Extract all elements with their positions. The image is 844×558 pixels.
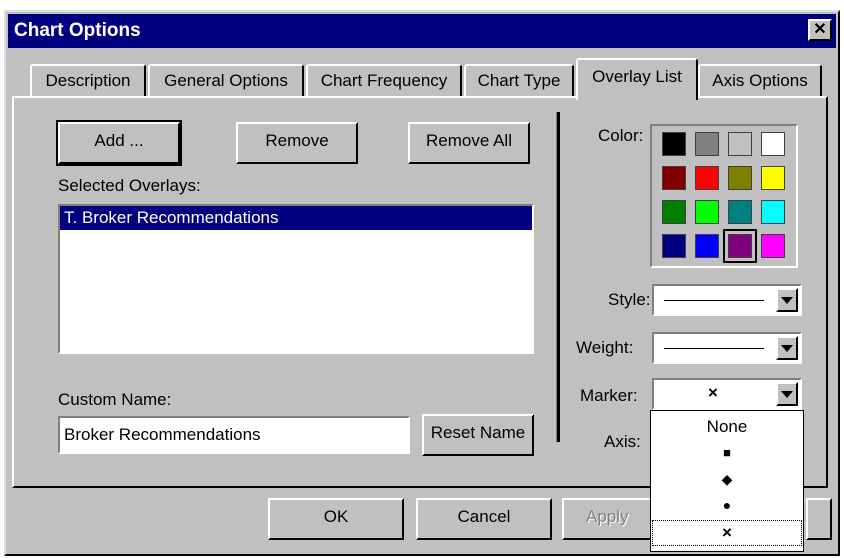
add-button[interactable]: Add ... (56, 120, 182, 166)
vertical-divider (556, 112, 560, 442)
button-label: Cancel (457, 507, 511, 526)
weight-label: Weight: (576, 338, 634, 357)
color-swatch-red[interactable] (695, 166, 719, 190)
weight-select[interactable] (652, 332, 802, 364)
button-label: Remove (265, 131, 329, 150)
tab-label: Overlay List (592, 67, 682, 86)
marker-select[interactable]: × (652, 378, 802, 410)
axis-label: Axis: (604, 432, 641, 451)
line-weight-sample (664, 348, 764, 349)
marker-label: Marker: (580, 386, 638, 405)
marker-option-square[interactable]: ■ (651, 439, 803, 467)
marker-dropdown-button[interactable] (776, 382, 798, 406)
apply-button[interactable]: Apply (562, 498, 652, 540)
marker-dropdown-list[interactable]: None ■ ◆ ● × (650, 410, 804, 552)
color-swatch-maroon[interactable] (662, 166, 686, 190)
close-button[interactable]: ✕ (808, 19, 832, 41)
button-label: Reset Name (430, 423, 526, 442)
tab-label: Description (45, 71, 131, 90)
tab-label: Axis Options (712, 71, 808, 90)
dialog-title: Chart Options (14, 20, 141, 41)
style-label: Style: (608, 290, 651, 309)
style-dropdown-button[interactable] (776, 288, 798, 312)
button-label: OK (323, 507, 349, 526)
button-label: Apply (586, 507, 629, 526)
color-swatch-cyan[interactable] (761, 200, 785, 224)
color-swatch-yellow[interactable] (761, 166, 785, 190)
tab-label: Chart Frequency (320, 71, 448, 90)
color-swatch-green[interactable] (662, 200, 686, 224)
remove-button[interactable]: Remove (236, 122, 358, 164)
color-swatch-blue[interactable] (695, 234, 719, 258)
help-button-partial[interactable] (806, 498, 832, 540)
cancel-button[interactable]: Cancel (416, 498, 552, 540)
color-swatch-olive[interactable] (728, 166, 752, 190)
reset-name-button[interactable]: Reset Name (422, 414, 534, 456)
marker-option-none[interactable]: None (651, 413, 803, 441)
tab-chart-frequency[interactable]: Chart Frequency (306, 64, 462, 98)
color-swatch-lime[interactable] (695, 200, 719, 224)
color-swatch-magenta[interactable] (761, 234, 785, 258)
tab-axis-options[interactable]: Axis Options (698, 64, 822, 98)
tab-label: Chart Type (477, 71, 561, 90)
marker-option-circle[interactable]: ● (651, 491, 803, 519)
color-swatch-purple[interactable] (723, 229, 757, 263)
solid-line-sample (664, 300, 764, 301)
selected-overlays-label: Selected Overlays: (58, 176, 201, 195)
button-label: Remove All (426, 131, 512, 150)
chevron-down-icon (781, 345, 793, 352)
ok-button[interactable]: OK (268, 498, 404, 540)
list-item[interactable]: T. Broker Recommendations (60, 206, 532, 230)
weight-dropdown-button[interactable] (776, 336, 798, 360)
color-swatch-navy[interactable] (662, 234, 686, 258)
tab-overlay-list[interactable]: Overlay List (576, 58, 698, 100)
marker-option-x[interactable]: × (651, 519, 803, 547)
custom-name-input[interactable]: Broker Recommendations (58, 416, 410, 454)
marker-current-value: × (708, 383, 718, 402)
style-select[interactable] (652, 284, 802, 316)
chevron-down-icon (781, 297, 793, 304)
button-label: Add ... (94, 131, 144, 150)
title-bar[interactable]: Chart Options ✕ (8, 14, 836, 48)
color-swatch-black[interactable] (662, 132, 686, 156)
color-swatch-grid (650, 124, 798, 268)
color-swatch-gray[interactable] (695, 132, 719, 156)
tab-general-options[interactable]: General Options (148, 64, 304, 98)
color-swatch-white[interactable] (761, 132, 785, 156)
close-icon: ✕ (813, 21, 827, 38)
selected-overlays-list[interactable]: T. Broker Recommendations (58, 204, 534, 354)
custom-name-label: Custom Name: (58, 390, 172, 409)
marker-option-diamond[interactable]: ◆ (651, 465, 803, 493)
color-label: Color: (598, 126, 644, 145)
tab-chart-type[interactable]: Chart Type (464, 64, 574, 98)
tab-label: General Options (164, 71, 288, 90)
remove-all-button[interactable]: Remove All (408, 122, 530, 164)
color-swatch-teal[interactable] (728, 200, 752, 224)
tab-description[interactable]: Description (30, 64, 146, 98)
color-swatch-silver[interactable] (728, 132, 752, 156)
chevron-down-icon (781, 391, 793, 398)
